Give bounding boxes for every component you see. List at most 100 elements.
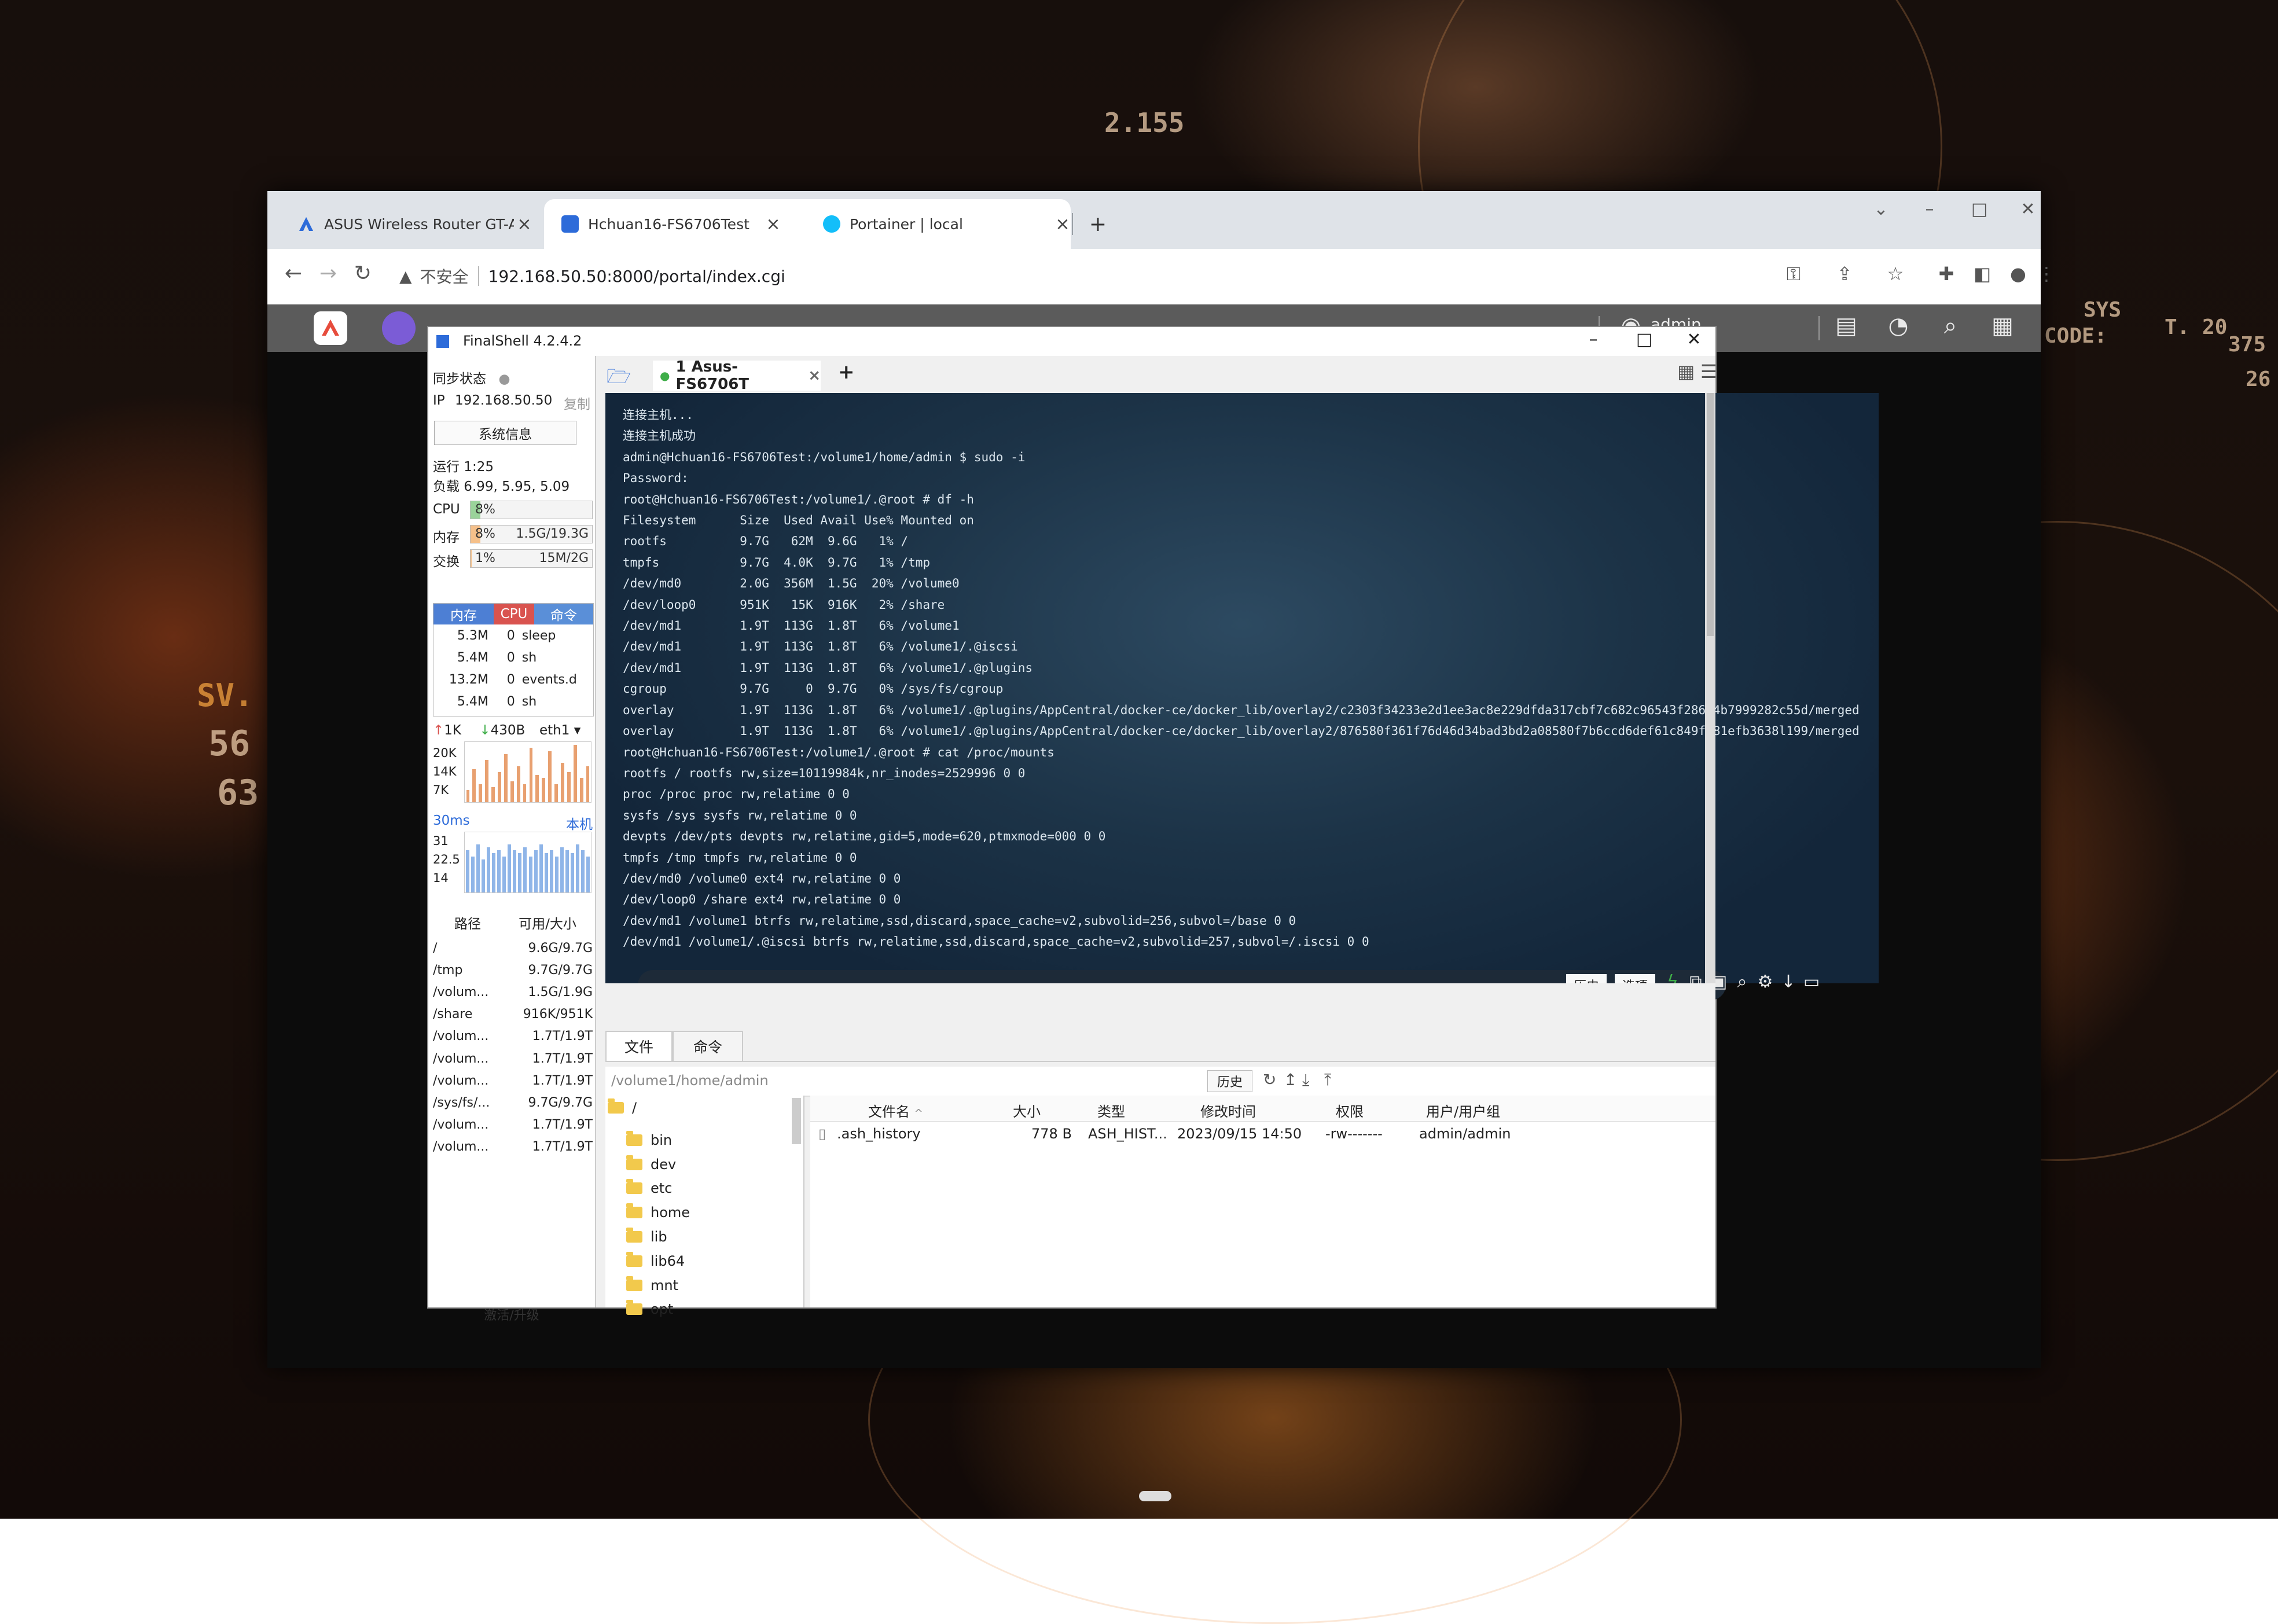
- close-icon[interactable]: ✕: [1674, 329, 1714, 350]
- maximize-icon[interactable]: □: [1962, 199, 1997, 219]
- share-icon[interactable]: ⇪: [1830, 263, 1859, 285]
- disk-row[interactable]: /sys/fs/... 9.7G/9.7G: [433, 1092, 593, 1114]
- tree-node[interactable]: etc: [626, 1176, 672, 1200]
- disk-row[interactable]: /volum... 1.7T/1.9T: [433, 1026, 593, 1048]
- key-icon[interactable]: ⚿: [1779, 263, 1808, 285]
- reload-icon[interactable]: ↻: [348, 262, 377, 285]
- tab-commands[interactable]: 命令: [673, 1031, 743, 1061]
- search-icon[interactable]: ⌕: [1730, 972, 1754, 992]
- scroll-down-icon[interactable]: ↓: [1777, 972, 1800, 992]
- profile-icon[interactable]: ●: [2004, 263, 2033, 285]
- back-icon[interactable]: ←: [279, 262, 308, 285]
- process-header-cmd[interactable]: 命令: [534, 604, 593, 624]
- terminal-line: /dev/md1 1.9T 113G 1.8T 6% /volume1/.@pl…: [623, 660, 1033, 675]
- process-header-mem[interactable]: 内存: [433, 604, 494, 624]
- close-icon[interactable]: ×: [1052, 214, 1073, 234]
- header-owner[interactable]: 用户/用户组: [1426, 1100, 1500, 1120]
- header-filename[interactable]: 文件名 ^: [868, 1100, 923, 1120]
- list-menu-icon[interactable]: ☰: [1700, 361, 1717, 383]
- tree-node[interactable]: mnt: [626, 1273, 678, 1298]
- swap-detail: 15M/2G: [539, 551, 589, 565]
- ping-host[interactable]: 本机: [566, 813, 593, 833]
- new-tab-button[interactable]: +: [1078, 199, 1118, 249]
- upload-icon[interactable]: ⤒: [1324, 1070, 1331, 1090]
- chart-bar: [497, 850, 501, 892]
- tab-files[interactable]: 文件: [605, 1031, 673, 1061]
- tree-node[interactable]: lib64: [626, 1249, 685, 1273]
- file-path-input[interactable]: /volume1/home/admin: [611, 1072, 769, 1089]
- disk-row[interactable]: /volum... 1.5G/1.9G: [433, 981, 593, 1003]
- disk-row[interactable]: /volum... 1.7T/1.9T: [433, 1048, 593, 1070]
- grid-layout-icon[interactable]: ▦: [1677, 361, 1695, 383]
- header-type[interactable]: 类型: [1097, 1100, 1125, 1120]
- terminal[interactable]: 连接主机... 连接主机成功 admin@Hchuan16-FS6706Test:/…: [605, 393, 1879, 1000]
- close-icon[interactable]: ×: [808, 367, 821, 384]
- dock-handle[interactable]: [1139, 1491, 1171, 1501]
- message-icon[interactable]: ▤: [1830, 313, 1862, 339]
- browser-tab-asus-router[interactable]: ASUS Wireless Router GT-AX1 ×: [280, 199, 544, 249]
- terminal-line: /dev/loop0 /share ext4 rw,relatime 0 0: [623, 892, 901, 907]
- portal-app-icon[interactable]: [382, 311, 416, 345]
- fullscreen-icon[interactable]: ▭: [1800, 972, 1823, 992]
- process-row[interactable]: 5.3M 0 sleep: [433, 624, 593, 646]
- close-window-icon[interactable]: ✕: [2011, 199, 2045, 219]
- close-icon[interactable]: ×: [514, 214, 535, 234]
- tree-scrollbar[interactable]: [792, 1098, 801, 1144]
- tree-node[interactable]: opt: [626, 1297, 673, 1321]
- parent-dir-icon[interactable]: ↥: [1284, 1070, 1297, 1089]
- minimize-icon[interactable]: –: [1573, 329, 1614, 350]
- process-row[interactable]: 5.4M 0 sh: [433, 646, 593, 668]
- search-icon[interactable]: ⌕: [1934, 313, 1967, 339]
- process-row[interactable]: 5.4M 0 sh: [433, 690, 593, 712]
- session-tab[interactable]: ● 1 Asus-FS6706T ×: [653, 358, 821, 393]
- download-icon[interactable]: ⤓: [1302, 1070, 1309, 1090]
- header-mtime[interactable]: 修改时间: [1200, 1100, 1256, 1120]
- tab-search-icon[interactable]: ⌄: [1864, 199, 1898, 219]
- disk-row[interactable]: /tmp 9.7G/9.7G: [433, 959, 593, 981]
- extensions-icon[interactable]: ✚: [1932, 263, 1961, 285]
- portal-home-icon[interactable]: [314, 311, 347, 345]
- refresh-icon[interactable]: ↻: [1263, 1070, 1276, 1089]
- browser-tab-portainer[interactable]: Portainer | local ×: [806, 199, 1336, 249]
- scrollbar-thumb[interactable]: [1707, 393, 1714, 636]
- side-panel-icon[interactable]: ◧: [1968, 263, 1997, 285]
- process-header-cpu[interactable]: CPU: [494, 604, 534, 624]
- close-icon[interactable]: ×: [763, 214, 784, 234]
- disk-row[interactable]: /share 916K/951K: [433, 1004, 593, 1026]
- terminal-scrollbar[interactable]: [1705, 393, 1715, 983]
- disk-row[interactable]: /volum... 1.7T/1.9T: [433, 1136, 593, 1158]
- maximize-icon[interactable]: □: [1624, 329, 1665, 350]
- bookmark-star-icon[interactable]: ☆: [1881, 263, 1910, 285]
- tree-node[interactable]: /: [608, 1096, 637, 1120]
- forward-icon[interactable]: →: [314, 262, 343, 285]
- copy-ip-button[interactable]: 复制: [564, 393, 590, 413]
- splitter[interactable]: [605, 983, 1715, 1031]
- calendar-icon[interactable]: ▦: [1986, 313, 2019, 339]
- dashboard-icon[interactable]: ◔: [1882, 313, 1915, 339]
- tree-node[interactable]: dev: [626, 1152, 676, 1177]
- interface-select[interactable]: eth1 ▾: [539, 723, 580, 738]
- minimize-icon[interactable]: –: [1912, 199, 1947, 219]
- tree-node[interactable]: lib: [626, 1225, 667, 1249]
- header-size[interactable]: 大小: [1013, 1100, 1041, 1120]
- file-history-button[interactable]: 历史: [1207, 1070, 1252, 1092]
- address-bar[interactable]: ▲ 不安全 192.168.50.50:8000/portal/index.cg…: [388, 257, 1904, 295]
- disk-row[interactable]: /volum... 1.7T/1.9T: [433, 1114, 593, 1136]
- activate-upgrade-link[interactable]: 激活/升级: [428, 1305, 595, 1324]
- disk-header-size[interactable]: 可用/大小: [502, 913, 593, 936]
- ip-label: IP: [433, 393, 445, 408]
- tree-node[interactable]: bin: [626, 1128, 672, 1152]
- folder-open-icon[interactable]: 🗁: [607, 363, 631, 396]
- disk-row[interactable]: /volum... 1.7T/1.9T: [433, 1070, 593, 1092]
- process-row[interactable]: 13.2M 0 events.d: [433, 668, 593, 690]
- add-session-button[interactable]: +: [838, 361, 855, 384]
- tree-node[interactable]: home: [626, 1200, 690, 1225]
- disk-size: 1.7T/1.9T: [532, 1118, 593, 1133]
- disk-row[interactable]: / 9.6G/9.7G: [433, 937, 593, 959]
- file-row[interactable]: ▯ .ash_history 778 B ASH_HIST... 2023/09…: [810, 1121, 1715, 1145]
- disk-header-path[interactable]: 路径: [433, 913, 502, 936]
- system-info-button[interactable]: 系统信息: [434, 421, 576, 445]
- header-permissions[interactable]: 权限: [1336, 1100, 1364, 1120]
- menu-icon[interactable]: ⋮: [2037, 263, 2056, 285]
- gear-icon[interactable]: ⚙: [1754, 972, 1777, 992]
